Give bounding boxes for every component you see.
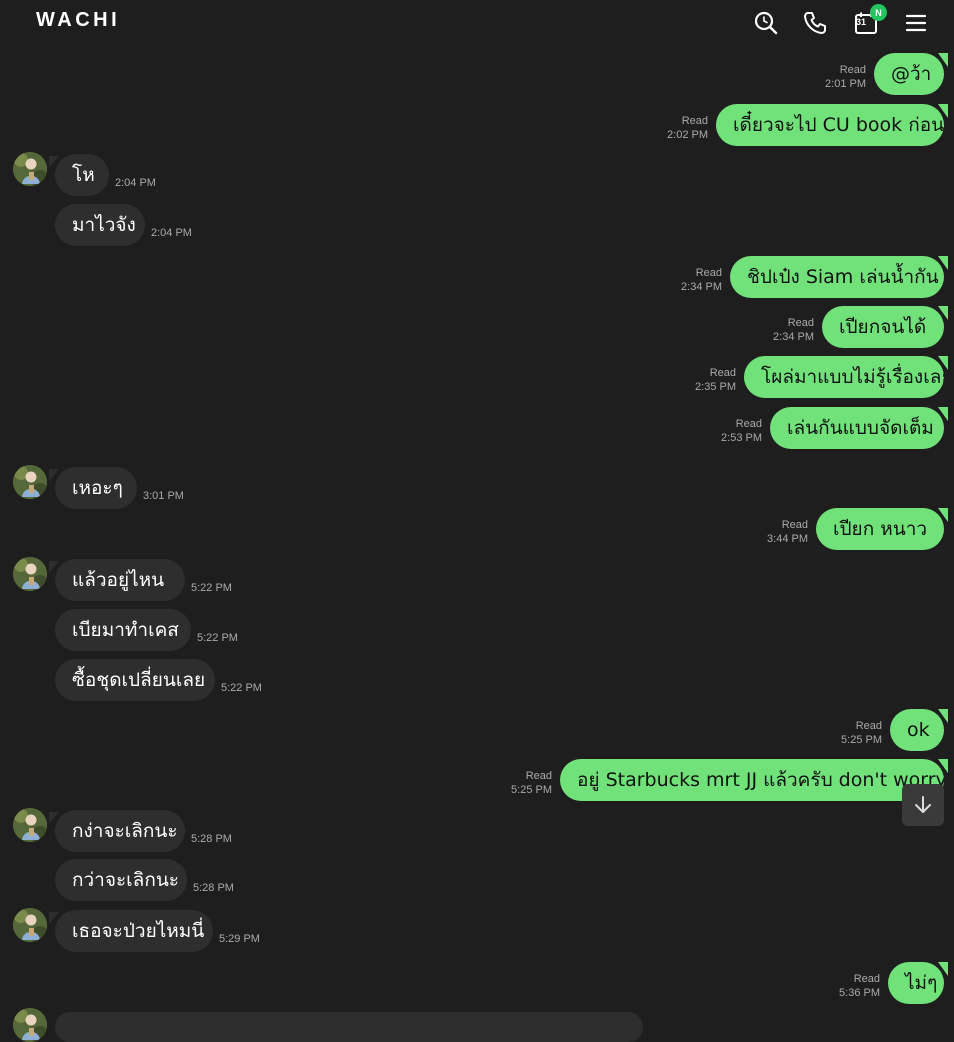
message-meta: Read 2:53 PM xyxy=(721,417,762,445)
phone-icon[interactable] xyxy=(800,8,830,38)
received-message: ซื้อชุดเปลี่ยนเลย 5:22 PM xyxy=(0,657,954,703)
sent-message: เดี๋ยวจะไป CU book ก่อน Read 2:02 PM xyxy=(0,102,954,148)
sent-message: ชิปเป๋ง Siam เล่นน้ำกัน Read 2:34 PM xyxy=(0,254,954,300)
message-time: 5:25 PM xyxy=(841,734,882,746)
calendar-day: 31 xyxy=(856,17,867,27)
message-meta: Read 2:01 PM xyxy=(825,63,866,91)
message-time: 5:28 PM xyxy=(191,833,232,845)
message-bubble[interactable]: เปียกจนได้ xyxy=(822,306,944,348)
received-message: โห 2:04 PM xyxy=(0,152,954,198)
partial-message-bubble xyxy=(55,1012,643,1042)
received-message: แล้วอยู่ไหน 5:22 PM xyxy=(0,557,954,603)
sent-message: เปียกจนได้ Read 2:34 PM xyxy=(0,304,954,350)
notification-badge: N xyxy=(870,4,887,21)
calendar-icon[interactable]: 31 N xyxy=(851,4,887,38)
message-time: 2:04 PM xyxy=(151,227,192,239)
received-message: กง่าจะเลิกนะ 5:28 PM xyxy=(0,808,954,854)
message-bubble[interactable]: กว่าจะเลิกนะ xyxy=(55,859,187,901)
message-time: 2:01 PM xyxy=(825,78,866,90)
message-bubble[interactable]: โห xyxy=(55,154,109,196)
received-message: กว่าจะเลิกนะ 5:28 PM xyxy=(0,857,954,903)
sent-message: ไม่ๆ Read 5:36 PM xyxy=(0,960,954,1006)
contact-avatar[interactable] xyxy=(13,557,47,591)
chat-title: WACHI xyxy=(36,9,121,31)
message-time: 5:36 PM xyxy=(839,987,880,999)
read-receipt: Read xyxy=(681,115,708,127)
read-receipt: Read xyxy=(853,973,880,985)
message-bubble[interactable]: อยู่ Starbucks mrt JJ แล้วครับ don't wor… xyxy=(560,759,944,801)
sent-message: @ว้า Read 2:01 PM xyxy=(0,51,954,97)
sent-message: เปียก หนาว Read 3:44 PM xyxy=(0,506,954,552)
message-meta: Read 2:34 PM xyxy=(773,316,814,344)
message-time: 2:34 PM xyxy=(681,281,722,293)
message-meta: Read 3:44 PM xyxy=(767,518,808,546)
message-time: 5:22 PM xyxy=(221,682,262,694)
message-meta: Read 2:35 PM xyxy=(695,366,736,394)
read-receipt: Read xyxy=(781,519,808,531)
message-bubble[interactable]: เบียมาทำเคส xyxy=(55,609,191,651)
message-bubble[interactable]: เล่นกันแบบจัดเต็ม xyxy=(770,407,944,449)
message-bubble[interactable]: แล้วอยู่ไหน xyxy=(55,559,185,601)
menu-icon[interactable] xyxy=(901,8,931,38)
message-time: 2:53 PM xyxy=(721,432,762,444)
contact-avatar[interactable] xyxy=(13,808,47,842)
read-receipt: Read xyxy=(787,317,814,329)
read-receipt: Read xyxy=(709,367,736,379)
message-meta: Read 5:36 PM xyxy=(839,972,880,1000)
message-bubble[interactable]: เธอจะป่วยไหมนี่ xyxy=(55,910,213,952)
message-bubble[interactable]: เปียก หนาว xyxy=(816,508,944,550)
message-bubble[interactable]: เดี๋ยวจะไป CU book ก่อน xyxy=(716,104,944,146)
message-bubble[interactable]: @ว้า xyxy=(874,53,944,95)
chat-header: WACHI 31 N xyxy=(0,0,954,48)
message-time: 5:22 PM xyxy=(197,632,238,644)
message-time: 3:44 PM xyxy=(767,533,808,545)
search-icon[interactable] xyxy=(751,8,781,38)
contact-avatar[interactable] xyxy=(13,465,47,499)
message-time: 5:28 PM xyxy=(193,882,234,894)
read-receipt: Read xyxy=(839,64,866,76)
message-bubble[interactable]: โผล่มาแบบไม่รู้เรื่องเลย xyxy=(744,356,944,398)
sent-message: เล่นกันแบบจัดเต็ม Read 2:53 PM xyxy=(0,405,954,451)
message-bubble[interactable]: มาไวจัง xyxy=(55,204,145,246)
received-message: เหอะๆ 3:01 PM xyxy=(0,465,954,511)
arrow-down-icon xyxy=(915,796,931,813)
message-time: 2:04 PM xyxy=(115,177,156,189)
message-time: 5:22 PM xyxy=(191,582,232,594)
message-bubble[interactable]: ซื้อชุดเปลี่ยนเลย xyxy=(55,659,215,701)
contact-avatar[interactable] xyxy=(13,1008,47,1042)
received-message: มาไวจัง 2:04 PM xyxy=(0,202,954,248)
read-receipt: Read xyxy=(855,720,882,732)
message-meta: Read 2:34 PM xyxy=(681,266,722,294)
message-meta: Read 2:02 PM xyxy=(667,114,708,142)
message-time: 5:29 PM xyxy=(219,933,260,945)
message-time: 3:01 PM xyxy=(143,490,184,502)
message-bubble[interactable]: กง่าจะเลิกนะ xyxy=(55,810,185,852)
message-bubble[interactable]: เหอะๆ xyxy=(55,467,137,509)
read-receipt: Read xyxy=(735,418,762,430)
message-bubble[interactable]: ชิปเป๋ง Siam เล่นน้ำกัน xyxy=(730,256,944,298)
message-meta: Read 5:25 PM xyxy=(841,719,882,747)
sent-message: โผล่มาแบบไม่รู้เรื่องเลย Read 2:35 PM xyxy=(0,354,954,400)
received-message: เบียมาทำเคส 5:22 PM xyxy=(0,607,954,653)
read-receipt: Read xyxy=(525,770,552,782)
received-message: เธอจะป่วยไหมนี่ 5:29 PM xyxy=(0,908,954,954)
contact-avatar[interactable] xyxy=(13,152,47,186)
message-meta: Read 5:25 PM xyxy=(511,769,552,797)
scroll-to-bottom-button[interactable] xyxy=(902,784,944,826)
message-time: 2:35 PM xyxy=(695,381,736,393)
message-bubble[interactable]: ok xyxy=(890,709,944,751)
sent-message: อยู่ Starbucks mrt JJ แล้วครับ don't wor… xyxy=(0,757,954,803)
message-bubble[interactable]: ไม่ๆ xyxy=(888,962,944,1004)
contact-avatar[interactable] xyxy=(13,908,47,942)
message-time: 2:34 PM xyxy=(773,331,814,343)
message-time: 5:25 PM xyxy=(511,784,552,796)
read-receipt: Read xyxy=(695,267,722,279)
sent-message: ok Read 5:25 PM xyxy=(0,707,954,753)
message-time: 2:02 PM xyxy=(667,129,708,141)
